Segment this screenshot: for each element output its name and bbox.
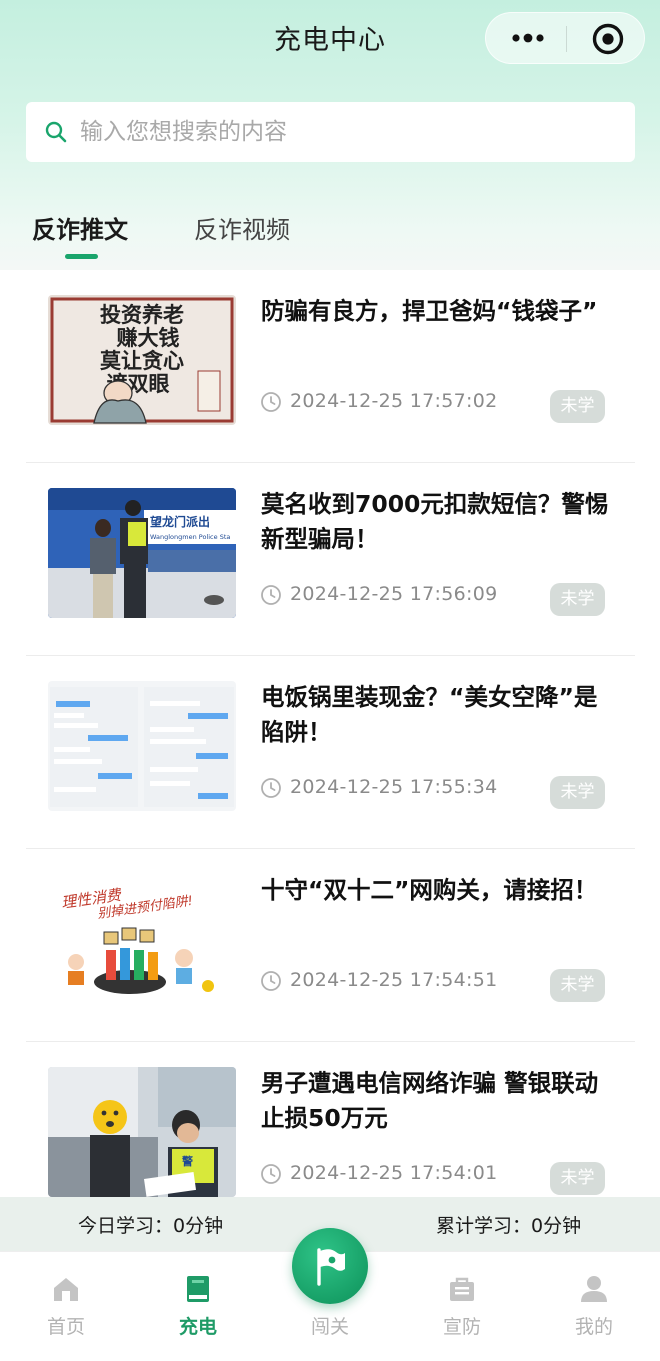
status-badge: 未学 (550, 1162, 605, 1195)
today-study-time: 今日学习：0分钟 (78, 1215, 224, 1237)
active-tab-indicator (65, 254, 98, 259)
clock-icon (261, 392, 281, 412)
list-item[interactable]: 理性消费 别掉进预付陷阱! 十守“双十二”网购关，请接招！ 2024-12-25… (26, 849, 635, 1042)
article-thumbnail: 投资养老 赚大钱 莫让贪心 遮双眼 (48, 295, 236, 425)
list-item[interactable]: 投资养老 赚大钱 莫让贪心 遮双眼 防骗有良方，捍卫爸妈“钱袋子” 2024-1… (26, 270, 635, 463)
article-thumbnail: 理性消费 别掉进预付陷阱! (48, 874, 236, 1004)
close-miniprogram-icon[interactable] (591, 22, 625, 56)
list-item[interactable]: 望龙门派出 Wanglongmen Police Sta 莫名收到7000元扣款… (26, 463, 635, 656)
article-title: 十守“双十二”网购关，请接招！ (261, 876, 598, 904)
article-time: 2024-12-25 17:54:51 (290, 969, 498, 991)
tabbar-label: 宣防 (442, 1316, 481, 1338)
capsule-divider (566, 26, 567, 52)
tabbar-label: 我的 (574, 1316, 613, 1338)
article-thumbnail (48, 681, 236, 811)
tabbar-item-home[interactable]: 首页 (26, 1252, 106, 1361)
search-bar[interactable] (26, 102, 635, 162)
more-options-icon[interactable] (508, 24, 548, 52)
search-icon (45, 121, 67, 143)
article-time: 2024-12-25 17:55:34 (290, 776, 498, 798)
mini-program-capsule (485, 12, 645, 64)
book-icon (187, 1276, 209, 1302)
clock-icon (261, 778, 281, 798)
thumbnail-caption-line2: Wanglongmen Police Sta (150, 533, 230, 541)
article-time: 2024-12-25 17:54:01 (290, 1162, 498, 1184)
briefcase-icon (450, 1277, 474, 1301)
tab-bar-top: 反诈推文 反诈视频 (0, 200, 660, 262)
thumbnail-caption-line3: 莫让贪心 (99, 348, 184, 373)
article-title: 防骗有良方，捍卫爸妈“钱袋子” (261, 297, 598, 325)
tabbar-item-publicity[interactable]: 宣防 (422, 1252, 502, 1361)
tab-anti-fraud-articles[interactable]: 反诈推文 (32, 210, 128, 245)
flag-icon (317, 1248, 345, 1286)
list-item[interactable]: 电饭锅里装现金？“美女空降”是陷阱！ 2024-12-25 17:55:34 未… (26, 656, 635, 849)
article-list: 投资养老 赚大钱 莫让贪心 遮双眼 防骗有良方，捍卫爸妈“钱袋子” 2024-1… (0, 270, 660, 1197)
article-thumbnail: 望龙门派出 Wanglongmen Police Sta (48, 488, 236, 618)
tabbar-item-mine[interactable]: 我的 (554, 1252, 634, 1361)
thumbnail-illustration (50, 687, 234, 807)
article-time: 2024-12-25 17:56:09 (290, 583, 498, 605)
tab-anti-fraud-videos[interactable]: 反诈视频 (194, 210, 290, 245)
thumbnail-caption-line1: 投资养老 (100, 302, 184, 327)
article-title: 莫名收到7000元扣款短信？警惕新型骗局！ (261, 490, 609, 553)
thumbnail-caption-line2: 赚大钱 (117, 325, 180, 350)
search-input[interactable] (80, 119, 580, 145)
status-badge: 未学 (550, 583, 605, 616)
tabbar-item-charge[interactable]: 充电 (158, 1252, 238, 1361)
list-item[interactable]: 警 男子遭遇电信网络诈骗 警银联动止损50万元 2024-12-25 17:54… (26, 1042, 635, 1197)
status-badge: 未学 (550, 390, 605, 423)
challenge-fab-button[interactable] (292, 1228, 368, 1304)
clock-icon (261, 971, 281, 991)
article-thumbnail: 警 (48, 1067, 236, 1197)
status-badge: 未学 (550, 776, 605, 809)
thumbnail-illustration: 理性消费 别掉进预付陷阱! (60, 886, 214, 994)
article-title: 男子遭遇电信网络诈骗 警银联动止损50万元 (261, 1069, 599, 1132)
home-icon (54, 1278, 78, 1301)
total-study-time: 累计学习：0分钟 (436, 1215, 582, 1237)
user-icon (581, 1276, 607, 1302)
clock-icon (261, 585, 281, 605)
clock-icon (261, 1164, 281, 1184)
tabbar-label: 充电 (178, 1316, 217, 1338)
thumbnail-illustration: 警 (48, 1067, 236, 1197)
thumbnail-caption-line1: 望龙门派出 (150, 514, 210, 529)
thumbnail-caption-line1: 警 (181, 1154, 193, 1168)
article-time: 2024-12-25 17:57:02 (290, 390, 498, 412)
article-title: 电饭锅里装现金？“美女空降”是陷阱！ (261, 683, 598, 746)
thumbnail-illustration: 投资养老 赚大钱 莫让贪心 遮双眼 (50, 297, 234, 424)
tabbar-label: 首页 (46, 1316, 85, 1338)
thumbnail-illustration: 望龙门派出 Wanglongmen Police Sta (48, 488, 236, 618)
status-badge: 未学 (550, 969, 605, 1002)
tabbar-label: 闯关 (310, 1316, 349, 1338)
